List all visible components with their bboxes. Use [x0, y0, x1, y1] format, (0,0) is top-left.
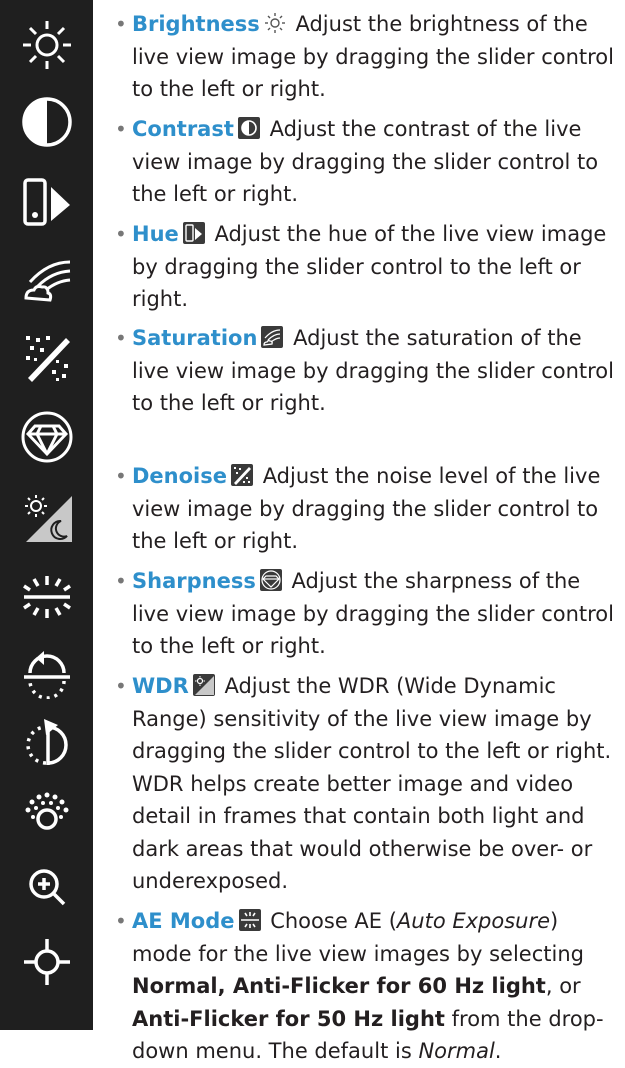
sharpness-icon[interactable] [20, 410, 74, 464]
contrast-icon[interactable] [20, 95, 74, 149]
saturation-icon[interactable] [20, 252, 74, 306]
bullet: • [115, 674, 127, 698]
ae-mode-icon [238, 909, 261, 931]
term-hue: Hue [132, 222, 179, 246]
bullet: • [115, 326, 127, 350]
hue-icon[interactable] [20, 175, 74, 229]
rotate-right-icon[interactable] [20, 715, 74, 769]
wdr-icon[interactable] [20, 490, 74, 544]
term-sharpness: Sharpness [132, 569, 256, 593]
term-brightness: Brightness [132, 12, 260, 36]
list-item-saturation: • Saturation Adjust the saturation of th… [112, 322, 622, 420]
bullet: • [115, 909, 127, 933]
term-contrast: Contrast [132, 117, 234, 141]
focus-icon[interactable] [20, 935, 74, 989]
list-item-brightness: • Brightness Adjust the brightness of th… [112, 8, 622, 106]
bullet: • [115, 464, 127, 488]
term-wdr: WDR [132, 674, 189, 698]
saturation-icon [261, 326, 284, 348]
description-wdr: Adjust the WDR (Wide Dynamic Range) sens… [132, 674, 612, 893]
list-item-sharpness: • Sharpness Adjust the sharpness of the … [112, 565, 622, 663]
denoise-icon[interactable] [20, 330, 74, 384]
list-item-ae-mode: • AE Mode Choose AE (Auto Exposure) mode… [112, 905, 622, 1068]
brightness-icon [264, 12, 286, 34]
list-item-hue: • Hue Adjust the hue of the live view im… [112, 218, 622, 316]
term-denoise: Denoise [132, 464, 227, 488]
bullet: • [115, 12, 127, 36]
brightness-icon[interactable] [20, 18, 74, 72]
zoom-icon[interactable] [20, 860, 74, 914]
denoise-icon [231, 464, 253, 486]
sidebar [0, 0, 93, 1030]
bullet: • [115, 222, 127, 246]
bullet: • [115, 569, 127, 593]
term-ae-mode: AE Mode [132, 909, 235, 933]
ae-mode-icon[interactable] [20, 570, 74, 624]
bullet: • [115, 117, 127, 141]
hue-icon [182, 222, 205, 244]
wdr-icon [192, 674, 215, 696]
sharpness-icon [259, 569, 282, 591]
list-item-contrast: • Contrast Adjust the contrast of the li… [112, 113, 622, 211]
list-item-wdr: • WDR Adjust the WDR (Wide Dynamic Range… [112, 670, 622, 898]
light-icon[interactable] [20, 785, 74, 839]
term-saturation: Saturation [132, 326, 258, 350]
rotate-left-icon[interactable] [20, 645, 74, 699]
contrast-icon [237, 117, 260, 139]
list-item-denoise: • Denoise Adjust the noise level of the … [112, 460, 622, 558]
